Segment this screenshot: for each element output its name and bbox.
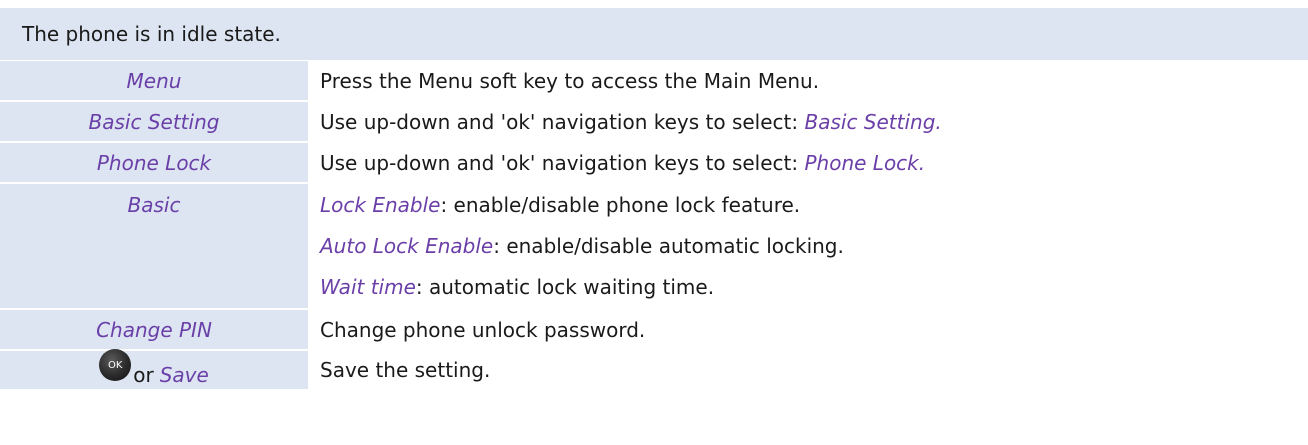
step-description: Press the Menu soft key to access the Ma… <box>320 68 820 93</box>
desc-cell: Save the setting. <box>308 351 1308 389</box>
desc-cell: Lock Enable: enable/disable phone lock f… <box>308 184 1308 308</box>
step-cell: Basic Setting <box>0 102 308 141</box>
step-label-phone-lock: Phone Lock <box>96 150 212 175</box>
step-description: Use up-down and 'ok' navigation keys to … <box>320 109 805 134</box>
step-description-emphasis: Basic Setting. <box>804 109 942 134</box>
table-row: Basic Setting Use up-down and 'ok' navig… <box>0 102 1308 143</box>
step-label-change-pin: Change PIN <box>96 317 212 342</box>
option-text: : automatic lock waiting time. <box>415 275 715 299</box>
step-cell: Menu <box>0 61 308 100</box>
desc-cell: Change phone unlock password. <box>308 310 1308 349</box>
table-row: Change PIN Change phone unlock password. <box>0 310 1308 351</box>
desc-cell: Press the Menu soft key to access the Ma… <box>308 61 1308 100</box>
step-label-menu: Menu <box>126 68 182 93</box>
desc-cell: Use up-down and 'ok' navigation keys to … <box>308 143 1308 182</box>
step-description: Change phone unlock password. <box>320 317 646 342</box>
header-text: The phone is in idle state. <box>22 22 281 46</box>
option-name: Auto Lock Enable <box>320 234 494 258</box>
option-name: Lock Enable <box>320 193 441 217</box>
table-row: OK or Save Save the setting. <box>0 349 1308 389</box>
or-text: or <box>133 363 154 387</box>
table-header: The phone is in idle state. <box>0 8 1308 61</box>
procedure-table: The phone is in idle state. Menu Press t… <box>0 8 1308 389</box>
table-row: Basic Lock Enable: enable/disable phone … <box>0 184 1308 310</box>
option-text: : enable/disable phone lock feature. <box>440 193 801 217</box>
step-description: Save the setting. <box>320 358 491 382</box>
table-row: Phone Lock Use up-down and 'ok' navigati… <box>0 143 1308 184</box>
step-description-emphasis: Phone Lock. <box>804 150 926 175</box>
option-line: Wait time: automatic lock waiting time. <box>320 275 1308 308</box>
option-line: Lock Enable: enable/disable phone lock f… <box>320 193 1308 234</box>
ok-button-icon: OK <box>99 349 132 381</box>
step-label-basic-setting: Basic Setting <box>88 109 220 134</box>
step-cell: OK or Save <box>0 349 308 389</box>
table-row: Menu Press the Menu soft key to access t… <box>0 61 1308 102</box>
option-text: : enable/disable automatic locking. <box>493 234 844 258</box>
option-line: Auto Lock Enable: enable/disable automat… <box>320 234 1308 275</box>
step-description: Use up-down and 'ok' navigation keys to … <box>320 150 805 175</box>
step-cell: Phone Lock <box>0 143 308 182</box>
desc-cell: Use up-down and 'ok' navigation keys to … <box>308 102 1308 141</box>
step-label-save: Save <box>159 363 209 387</box>
step-cell: Change PIN <box>0 310 308 349</box>
step-cell: Basic <box>0 184 308 308</box>
step-label-basic: Basic <box>127 193 181 217</box>
option-name: Wait time <box>320 275 416 299</box>
